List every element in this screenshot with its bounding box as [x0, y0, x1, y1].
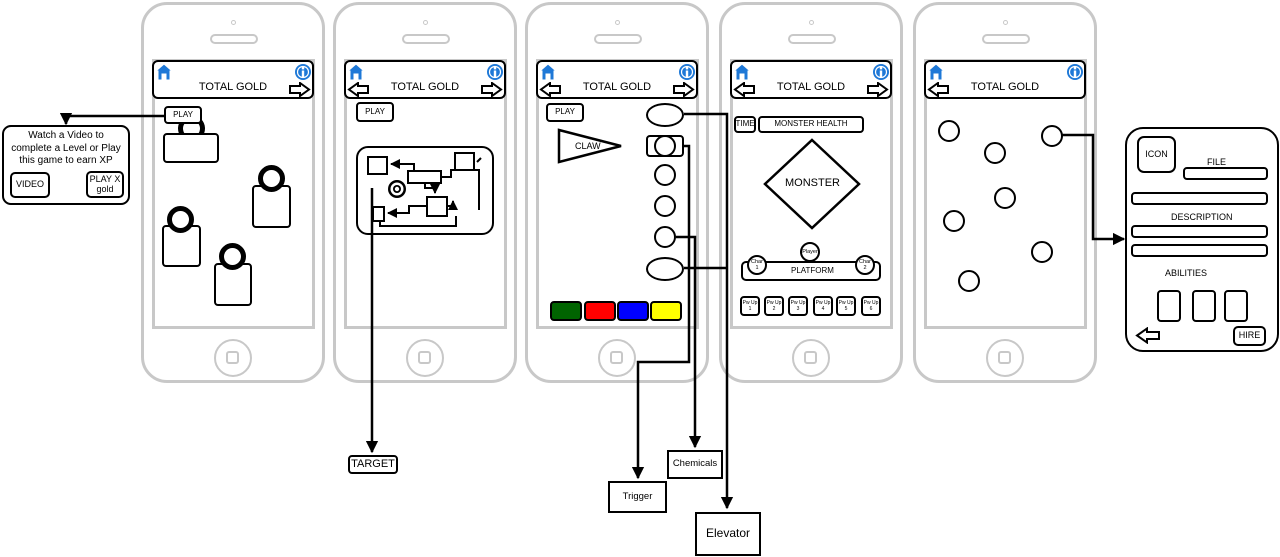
powerup-button-1[interactable]: Pw Up 1	[740, 296, 760, 316]
color-button-green[interactable]	[550, 301, 582, 321]
detail-card: ICON FILE DESCRIPTION ABILITIES HIRE	[1125, 127, 1279, 352]
chemicals-label: Chemicals	[667, 450, 723, 479]
map-node[interactable]	[984, 142, 1006, 164]
char-2-circle[interactable]: Char 2	[855, 255, 875, 275]
arrow-left-icon[interactable]	[539, 82, 561, 97]
map-node[interactable]	[938, 120, 960, 142]
home-icon[interactable]	[347, 63, 365, 81]
header-bar-3: TOTAL GOLD	[536, 60, 698, 99]
character-head	[219, 243, 246, 270]
character-body[interactable]	[163, 133, 219, 163]
video-button[interactable]: VIDEO	[10, 172, 50, 198]
play-popup: Watch a Video to complete a Level or Pla…	[2, 125, 130, 205]
player-circle[interactable]: Player	[800, 242, 820, 262]
char-1-label: Char 1	[751, 259, 763, 271]
ability-slot-3[interactable]	[1224, 290, 1248, 322]
map-node[interactable]	[943, 210, 965, 232]
color-button-yellow[interactable]	[650, 301, 682, 321]
info-icon[interactable]	[678, 63, 696, 81]
home-button[interactable]	[792, 339, 830, 377]
home-button[interactable]	[214, 339, 252, 377]
description-label: DESCRIPTION	[1171, 212, 1233, 222]
popup-message: Watch a Video to complete a Level or Pla…	[11, 130, 121, 166]
color-button-red[interactable]	[584, 301, 616, 321]
name-field[interactable]	[1131, 192, 1268, 205]
home-button[interactable]	[406, 339, 444, 377]
character-head	[167, 206, 194, 233]
powerup-button-4[interactable]: Pw Up 4	[813, 296, 833, 316]
claw-label: CLAW	[575, 141, 601, 151]
ability-slot-1[interactable]	[1157, 290, 1181, 322]
play-button[interactable]: PLAY	[546, 103, 584, 122]
abilities-label: ABILITIES	[1165, 268, 1208, 278]
header-bar-2: TOTAL GOLD	[344, 60, 506, 99]
description-field-2[interactable]	[1131, 244, 1268, 257]
capsule-circle	[654, 135, 676, 157]
file-label: FILE	[1207, 157, 1227, 167]
trigger-label: Trigger	[608, 481, 667, 513]
arrow-right-icon[interactable]	[289, 82, 311, 97]
maze-diagram	[367, 152, 482, 227]
char-1-circle[interactable]: Char 1	[747, 255, 767, 275]
monster-label: MONSTER	[785, 177, 840, 189]
powerup-button-6[interactable]: Pw Up 6	[861, 296, 881, 316]
description-field-1[interactable]	[1131, 225, 1268, 238]
screen-3	[536, 59, 699, 329]
icon-placeholder: ICON	[1137, 136, 1176, 173]
char-2-label: Char 2	[859, 259, 871, 271]
slot-circle[interactable]	[654, 195, 676, 217]
header-bar-1: TOTAL GOLD	[152, 60, 314, 99]
play-gold-button[interactable]: PLAY X gold	[86, 171, 124, 198]
home-button[interactable]	[986, 339, 1024, 377]
arrow-right-icon[interactable]	[867, 82, 889, 97]
info-icon[interactable]	[486, 63, 504, 81]
platform-label: PLATFORM	[791, 266, 834, 275]
monster-health-bar: MONSTER HEALTH	[758, 116, 864, 133]
arrow-left-icon[interactable]	[1135, 327, 1161, 344]
slot-circle[interactable]	[654, 164, 676, 186]
home-button[interactable]	[598, 339, 636, 377]
arrow-left-icon[interactable]	[347, 82, 369, 97]
home-icon[interactable]	[539, 63, 557, 81]
map-node[interactable]	[994, 187, 1016, 209]
arrow-right-icon[interactable]	[481, 82, 503, 97]
chemicals-circle[interactable]	[654, 226, 676, 248]
play-button[interactable]: PLAY	[164, 106, 202, 124]
info-icon[interactable]	[1066, 63, 1084, 81]
map-node-selected[interactable]	[1041, 125, 1063, 147]
arrow-left-icon[interactable]	[733, 82, 755, 97]
map-node[interactable]	[1031, 241, 1053, 263]
arrow-right-icon[interactable]	[673, 82, 695, 97]
powerup-button-3[interactable]: Pw Up 3	[788, 296, 808, 316]
target-label: TARGET	[348, 455, 398, 474]
info-icon[interactable]	[294, 63, 312, 81]
arrow-left-icon[interactable]	[927, 82, 949, 97]
powerup-button-5[interactable]: Pw Up 5	[836, 296, 856, 316]
header-bar-4: TOTAL GOLD	[730, 60, 892, 99]
hire-button[interactable]: HIRE	[1233, 326, 1266, 346]
player-label: Player	[802, 249, 818, 255]
color-button-blue[interactable]	[617, 301, 649, 321]
home-icon[interactable]	[155, 63, 173, 81]
ability-slot-2[interactable]	[1192, 290, 1216, 322]
powerup-button-2[interactable]: Pw Up 2	[764, 296, 784, 316]
map-node[interactable]	[958, 270, 980, 292]
file-field[interactable]	[1183, 167, 1268, 180]
elevator-oval[interactable]	[646, 103, 684, 127]
home-icon[interactable]	[927, 63, 945, 81]
time-label: TIME	[734, 116, 756, 133]
header-title: TOTAL GOLD	[970, 81, 1040, 93]
play-button[interactable]: PLAY	[356, 102, 394, 122]
info-icon[interactable]	[872, 63, 890, 81]
home-icon[interactable]	[733, 63, 751, 81]
elevator-label: Elevator	[695, 512, 761, 556]
character-head	[258, 165, 285, 192]
header-bar-5: TOTAL GOLD	[924, 60, 1086, 99]
elevator-oval-bottom[interactable]	[646, 257, 684, 281]
